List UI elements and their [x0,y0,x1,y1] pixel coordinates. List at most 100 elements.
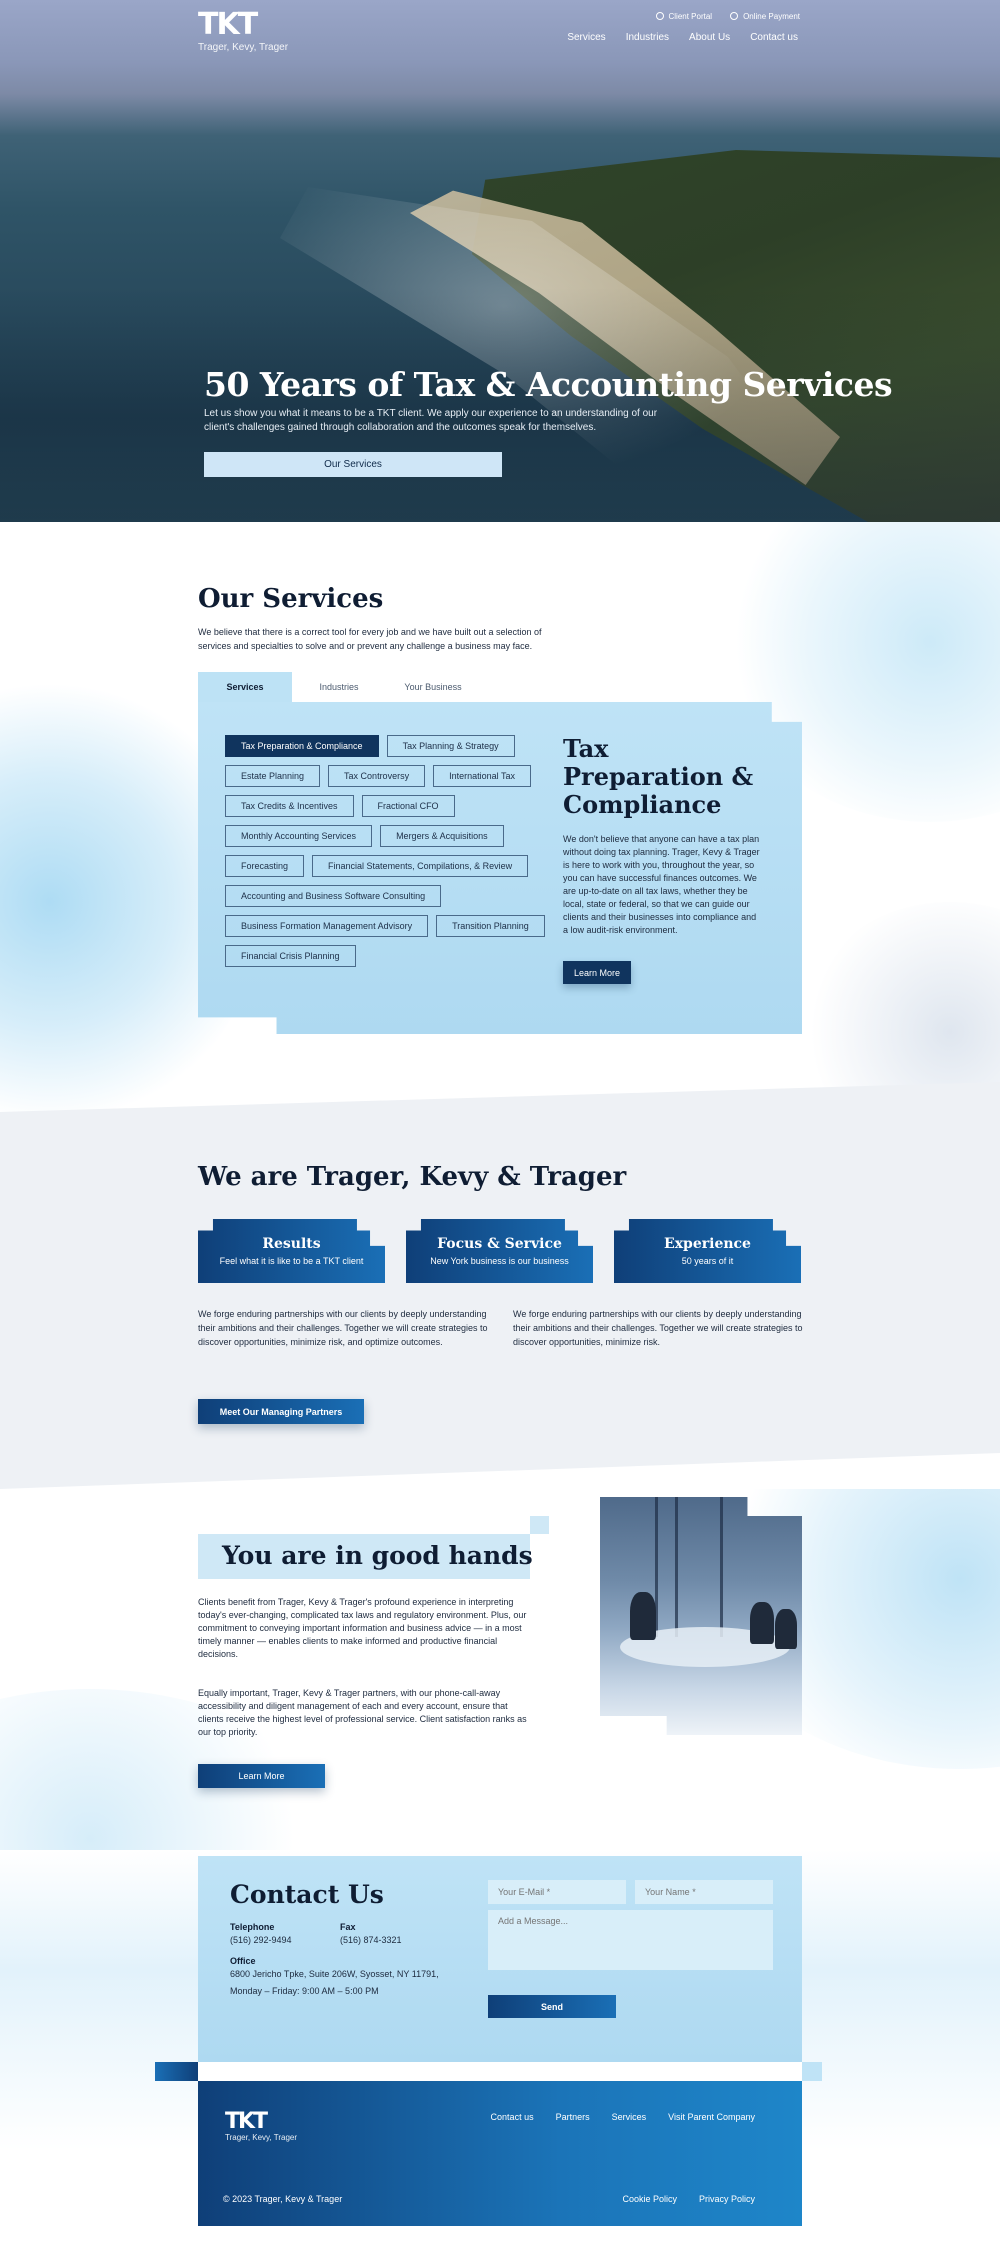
client-portal-link[interactable]: Client Portal [655,12,713,21]
service-chip[interactable]: Transition Planning [436,915,545,937]
contact-section: Contact Us Telephone (516) 292-9494 Fax … [0,1850,1000,2250]
person-figure [775,1609,797,1649]
card-sub: 50 years of it [681,1256,734,1266]
nav-about-us[interactable]: About Us [689,32,730,43]
hero-overlay [0,0,1000,522]
telephone-label: Telephone [230,1922,275,1932]
footer-link-parent-company[interactable]: Visit Parent Company [668,2112,755,2122]
services-title: Our Services [198,584,384,614]
about-section: We are Trager, Kevy & Trager Results Fee… [0,1112,1000,1489]
card-title: Results [262,1236,321,1252]
service-chip-list: Tax Preparation & Compliance Tax Plannin… [225,735,545,967]
service-detail-text: We don't believe that anyone can have a … [563,834,760,935]
value-card-focus: Focus & Service New York business is our… [406,1219,593,1283]
utility-nav: Client Portal Online Payment [655,12,800,21]
message-field[interactable] [488,1910,773,1970]
footer-link-contact[interactable]: Contact us [491,2112,534,2122]
footer-logo[interactable]: TKT [225,2109,268,2134]
service-chip[interactable]: Tax Planning & Strategy [386,735,515,757]
about-paragraph: We forge enduring partnerships with our … [513,1309,803,1347]
online-payment-link[interactable]: Online Payment [730,12,800,21]
good-hands-section: You are in good hands Clients benefit fr… [0,1489,1000,1850]
telephone-value[interactable]: (516) 292-9494 [230,1935,292,1945]
service-chip[interactable]: Financial Statements, Compilations, & Re… [312,855,529,877]
nav-industries[interactable]: Industries [626,32,669,43]
good-hands-paragraph: Equally important, Trager, Kevy & Trager… [198,1688,527,1737]
fax-value: (516) 874-3321 [340,1935,402,1945]
service-chip[interactable]: International Tax [433,765,531,787]
decor-strip [155,2062,198,2081]
privacy-policy-link[interactable]: Privacy Policy [699,2194,755,2204]
learn-more-button[interactable]: Learn More [198,1764,325,1788]
meeting-photo [600,1497,802,1735]
service-chip[interactable]: Tax Credits & Incentives [225,795,354,817]
section-divider [0,1453,1000,1489]
logo-tagline: Trager, Kevy, Trager [198,42,289,53]
name-field[interactable] [635,1880,773,1904]
service-chip[interactable]: Business Formation Management Advisory [225,915,429,937]
tab-your-business[interactable]: Your Business [386,672,480,702]
card-sub: New York business is our business [430,1256,569,1266]
hero-lede: Let us show you what it means to be a TK… [204,408,658,433]
services-intro: We believe that there is a correct tool … [198,627,542,651]
hero-section: TKT Trager, Kevy, Trager Client Portal O… [0,0,1000,522]
footer-nav: Contact us Partners Services Visit Paren… [491,2112,755,2122]
site-logo[interactable]: TKT Trager, Kevy, Trager [198,7,289,54]
service-chip[interactable]: Estate Planning [225,765,321,787]
about-paragraph: We forge enduring partnerships with our … [198,1309,488,1347]
user-icon [655,12,664,20]
person-figure [630,1592,656,1640]
our-services-button[interactable]: Our Services [204,452,502,477]
office-address: 6800 Jericho Tpke, Suite 206W, Syosset, … [230,1969,439,1979]
services-section: Our Services We believe that there is a … [0,522,1000,1112]
main-nav: Services Industries About Us Contact us [567,32,798,43]
service-detail-title: Tax Preparation & Compliance [563,734,754,819]
service-chip[interactable]: Monthly Accounting Services [225,825,373,847]
cookie-policy-link[interactable]: Cookie Policy [622,2194,677,2204]
service-chip[interactable]: Tax Controversy [328,765,426,787]
office-label: Office [230,1956,256,1966]
window-frame [675,1497,678,1637]
service-chip[interactable]: Mergers & Acquisitions [380,825,504,847]
learn-more-button[interactable]: Learn More [563,961,631,984]
service-chip[interactable]: Fractional CFO [361,795,455,817]
about-title: We are Trager, Kevy & Trager [198,1162,627,1192]
service-chip[interactable]: Accounting and Business Software Consult… [225,885,442,907]
service-chip[interactable]: Tax Preparation & Compliance [225,735,379,757]
meet-partners-button[interactable]: Meet Our Managing Partners [198,1399,364,1424]
good-hands-title: You are in good hands [222,1541,533,1570]
nav-contact-us[interactable]: Contact us [750,32,798,43]
value-card-experience: Experience 50 years of it [614,1219,801,1283]
site-footer: TKT Trager, Kevy, Trager Contact us Part… [198,2081,802,2226]
tab-industries[interactable]: Industries [292,672,386,702]
send-button[interactable]: Send [488,1995,616,2018]
email-field[interactable] [488,1880,626,1904]
nav-services[interactable]: Services [567,32,605,43]
fax-label: Fax [340,1922,356,1932]
office-hours: Monday – Friday: 9:00 AM – 5:00 PM [230,1986,379,1996]
services-tabs: Services Industries Your Business [198,672,480,702]
decor-strip [198,2062,802,2081]
legal-links: Cookie Policy Privacy Policy [622,2194,755,2204]
hero-title: 50 Years of Tax & Accounting Services [204,365,893,404]
footer-link-services[interactable]: Services [612,2112,647,2122]
footer-logo-tagline: Trager, Kevy, Trager [225,2133,298,2142]
person-figure [750,1602,774,1644]
card-sub: Feel what it is like to be a TKT client [219,1256,364,1266]
about-columns: We forge enduring partnerships with our … [198,1307,803,1349]
service-chip[interactable]: Financial Crisis Planning [225,945,356,967]
tab-services[interactable]: Services [198,672,292,702]
contact-title: Contact Us [230,1880,384,1909]
value-card-results: Results Feel what it is like to be a TKT… [198,1219,385,1283]
service-detail: Tax Preparation & Compliance We don't be… [563,735,763,984]
payment-icon [730,12,739,20]
client-portal-label: Client Portal [668,12,713,21]
footer-link-partners[interactable]: Partners [556,2112,590,2122]
service-chip[interactable]: Forecasting [225,855,305,877]
decor-glow [800,902,1000,1112]
window-frame [720,1497,723,1637]
logo-mark: TKT [198,7,258,42]
online-payment-label: Online Payment [743,12,800,21]
decor-strip [802,2062,822,2081]
copyright: © 2023 Trager, Kevy & Trager [223,2194,343,2204]
